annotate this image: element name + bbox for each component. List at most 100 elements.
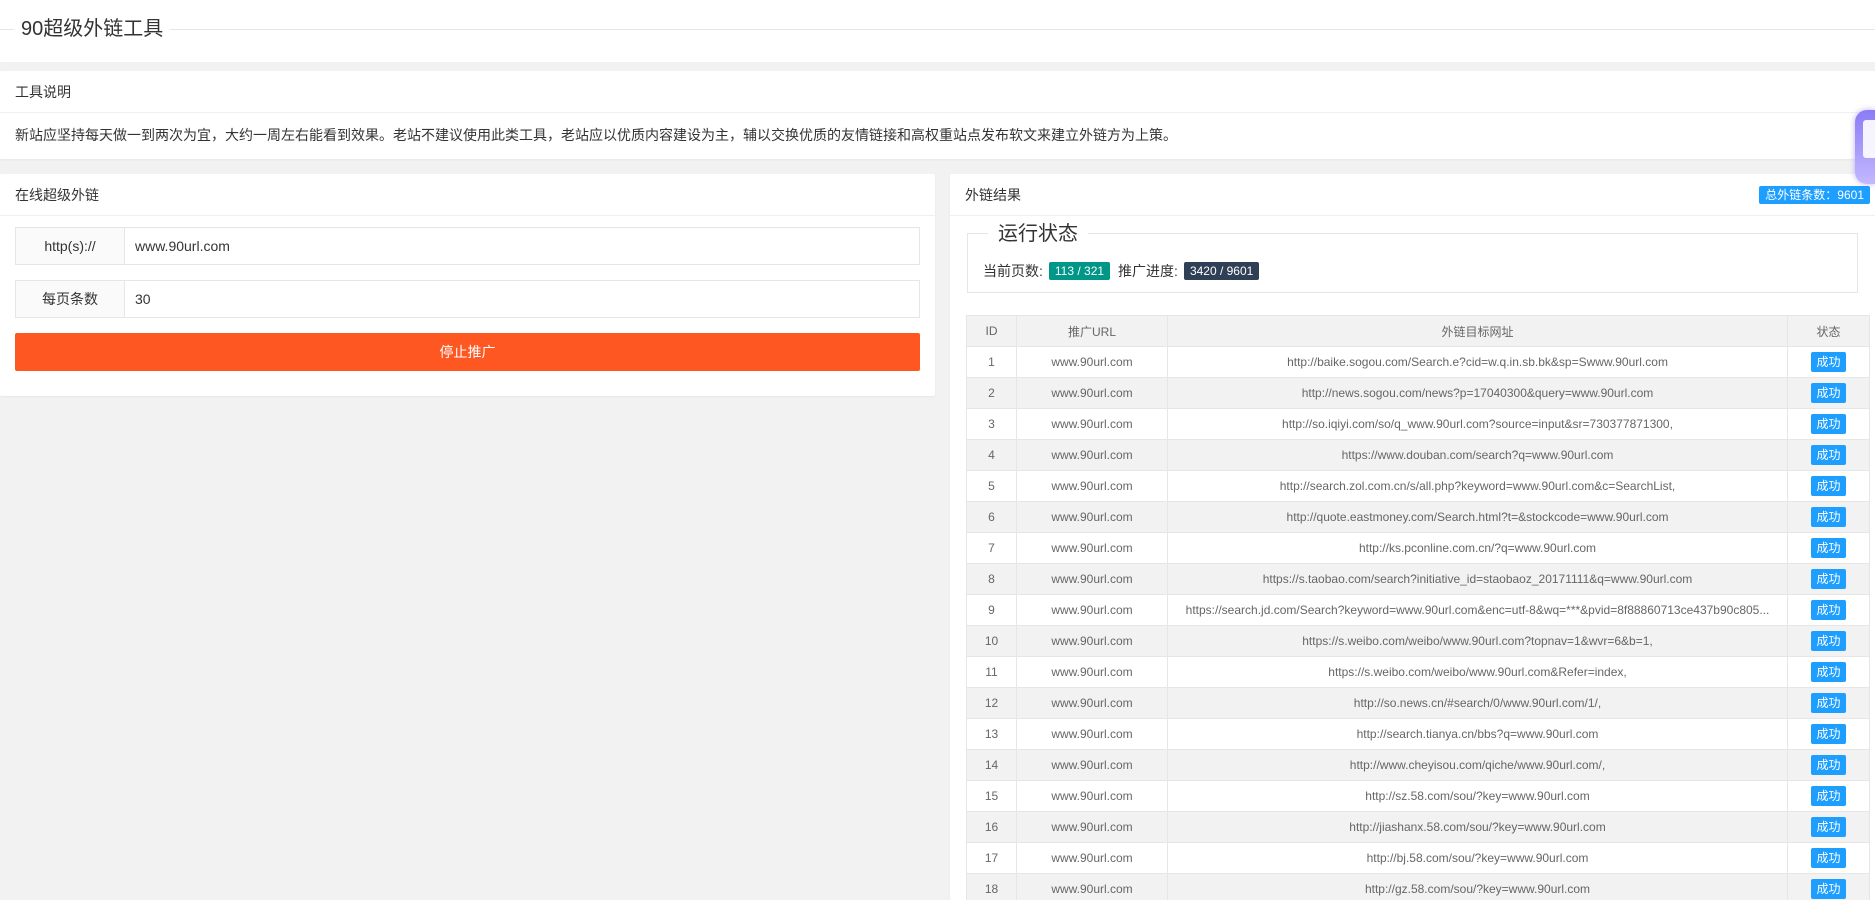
column-header: 状态 — [1787, 315, 1870, 347]
row-target-url: http://search.zol.com.cn/s/all.php?keywo… — [1167, 470, 1788, 502]
per-page-label: 每页条数 — [16, 281, 125, 317]
table-row: 15 www.90url.com http://sz.58.com/sou/?key… — [966, 780, 1870, 812]
total-links-badge: 总外链条数：9601 — [1759, 186, 1870, 204]
status-success-badge: 成功 — [1811, 445, 1846, 465]
row-status: 成功 — [1787, 780, 1870, 812]
row-target-url: http://quote.eastmoney.com/Search.html?t… — [1167, 501, 1788, 533]
row-promo-url: www.90url.com — [1016, 470, 1168, 502]
row-id: 14 — [966, 749, 1017, 781]
row-status: 成功 — [1787, 377, 1870, 409]
row-promo-url: www.90url.com — [1016, 346, 1168, 378]
row-target-url: https://search.jd.com/Search?keyword=www… — [1167, 594, 1788, 626]
table-row: 7 www.90url.com http://ks.pconline.com.cn/… — [966, 532, 1870, 564]
row-id: 10 — [966, 625, 1017, 657]
status-success-badge: 成功 — [1811, 383, 1846, 403]
url-label: http(s):// — [16, 228, 125, 264]
status-success-badge: 成功 — [1811, 662, 1846, 682]
column-header: ID — [966, 315, 1017, 347]
table-row: 9 www.90url.com https://search.jd.com/Sear… — [966, 594, 1870, 626]
floating-side-widget[interactable] — [1855, 110, 1875, 184]
row-promo-url: www.90url.com — [1016, 718, 1168, 750]
run-status-line: 当前页数: 113 / 321 推广进度: 3420 / 9601 — [983, 261, 1267, 281]
url-input[interactable] — [125, 228, 919, 264]
row-promo-url: www.90url.com — [1016, 532, 1168, 564]
row-status: 成功 — [1787, 346, 1870, 378]
row-promo-url: www.90url.com — [1016, 687, 1168, 719]
table-row: 17 www.90url.com http://bj.58.com/sou/?key… — [966, 842, 1870, 874]
row-id: 3 — [966, 408, 1017, 440]
stop-promotion-button[interactable]: 停止推广 — [15, 333, 920, 371]
status-success-badge: 成功 — [1811, 352, 1846, 372]
row-target-url: http://bj.58.com/sou/?key=www.90url.com — [1167, 842, 1788, 874]
status-success-badge: 成功 — [1811, 414, 1846, 434]
row-promo-url: www.90url.com — [1016, 501, 1168, 533]
table-row: 16 www.90url.com http://jiashanx.58.com/so… — [966, 811, 1870, 843]
row-target-url: http://jiashanx.58.com/sou/?key=www.90ur… — [1167, 811, 1788, 843]
row-promo-url: www.90url.com — [1016, 594, 1168, 626]
row-target-url: https://www.douban.com/search?q=www.90ur… — [1167, 439, 1788, 471]
row-status: 成功 — [1787, 749, 1870, 781]
results-table-wrap: ID 推广URL 外链目标网址 状态 1 www.90url.com http://… — [966, 315, 1870, 900]
row-id: 6 — [966, 501, 1017, 533]
row-promo-url: www.90url.com — [1016, 656, 1168, 688]
row-target-url: https://s.weibo.com/weibo/www.90url.com&… — [1167, 656, 1788, 688]
online-tool-card: 在线超级外链 http(s):// 每页条数 停止推广 — [0, 174, 935, 396]
row-id: 5 — [966, 470, 1017, 502]
status-success-badge: 成功 — [1811, 693, 1846, 713]
side-widget-handle-icon — [1863, 120, 1875, 158]
url-row: http(s):// — [15, 227, 920, 265]
run-status-fieldset: 运行状态 当前页数: 113 / 321 推广进度: 3420 / 9601 — [967, 222, 1858, 293]
row-promo-url: www.90url.com — [1016, 749, 1168, 781]
row-id: 1 — [966, 346, 1017, 378]
status-success-badge: 成功 — [1811, 600, 1846, 620]
status-success-badge: 成功 — [1811, 631, 1846, 651]
row-status: 成功 — [1787, 470, 1870, 502]
row-id: 7 — [966, 532, 1017, 564]
progress-badge: 3420 / 9601 — [1183, 262, 1260, 280]
status-success-badge: 成功 — [1811, 569, 1846, 589]
row-promo-url: www.90url.com — [1016, 842, 1168, 874]
online-tool-header: 在线超级外链 — [0, 174, 935, 216]
row-status: 成功 — [1787, 842, 1870, 874]
row-promo-url: www.90url.com — [1016, 873, 1168, 900]
table-row: 12 www.90url.com http://so.news.cn/#search… — [966, 687, 1870, 719]
row-promo-url: www.90url.com — [1016, 780, 1168, 812]
row-id: 12 — [966, 687, 1017, 719]
status-success-badge: 成功 — [1811, 786, 1846, 806]
row-id: 9 — [966, 594, 1017, 626]
column-header: 外链目标网址 — [1167, 315, 1788, 347]
row-status: 成功 — [1787, 532, 1870, 564]
row-id: 18 — [966, 873, 1017, 900]
status-success-badge: 成功 — [1811, 507, 1846, 527]
table-row: 3 www.90url.com http://so.iqiyi.com/so/q_w… — [966, 408, 1870, 440]
per-page-input[interactable] — [125, 281, 919, 317]
status-success-badge: 成功 — [1811, 817, 1846, 837]
status-success-badge: 成功 — [1811, 724, 1846, 744]
description-card: 工具说明 新站应坚持每天做一到两次为宜，大约一周左右能看到效果。老站不建议使用此… — [0, 71, 1875, 159]
row-promo-url: www.90url.com — [1016, 563, 1168, 595]
title-divider — [0, 29, 1875, 30]
table-row: 1 www.90url.com http://baike.sogou.com/Sea… — [966, 346, 1870, 378]
row-id: 4 — [966, 439, 1017, 471]
row-status: 成功 — [1787, 501, 1870, 533]
per-page-row: 每页条数 — [15, 280, 920, 318]
row-id: 11 — [966, 656, 1017, 688]
status-success-badge: 成功 — [1811, 538, 1846, 558]
row-target-url: http://ks.pconline.com.cn/?q=www.90url.c… — [1167, 532, 1788, 564]
row-id: 13 — [966, 718, 1017, 750]
table-row: 8 www.90url.com https://s.taobao.com/searc… — [966, 563, 1870, 595]
row-status: 成功 — [1787, 718, 1870, 750]
current-page-badge: 113 / 321 — [1048, 262, 1111, 280]
page-title: 90超级外链工具 — [14, 14, 171, 44]
row-status: 成功 — [1787, 873, 1870, 900]
row-id: 16 — [966, 811, 1017, 843]
table-row: 6 www.90url.com http://quote.eastmoney.com… — [966, 501, 1870, 533]
row-status: 成功 — [1787, 625, 1870, 657]
row-status: 成功 — [1787, 563, 1870, 595]
current-page-label: 当前页数: — [983, 263, 1043, 279]
row-id: 15 — [966, 780, 1017, 812]
table-row: 11 www.90url.com https://s.weibo.com/weibo… — [966, 656, 1870, 688]
row-promo-url: www.90url.com — [1016, 439, 1168, 471]
results-table-body: 1 www.90url.com http://baike.sogou.com/Sea… — [966, 346, 1870, 900]
row-status: 成功 — [1787, 656, 1870, 688]
